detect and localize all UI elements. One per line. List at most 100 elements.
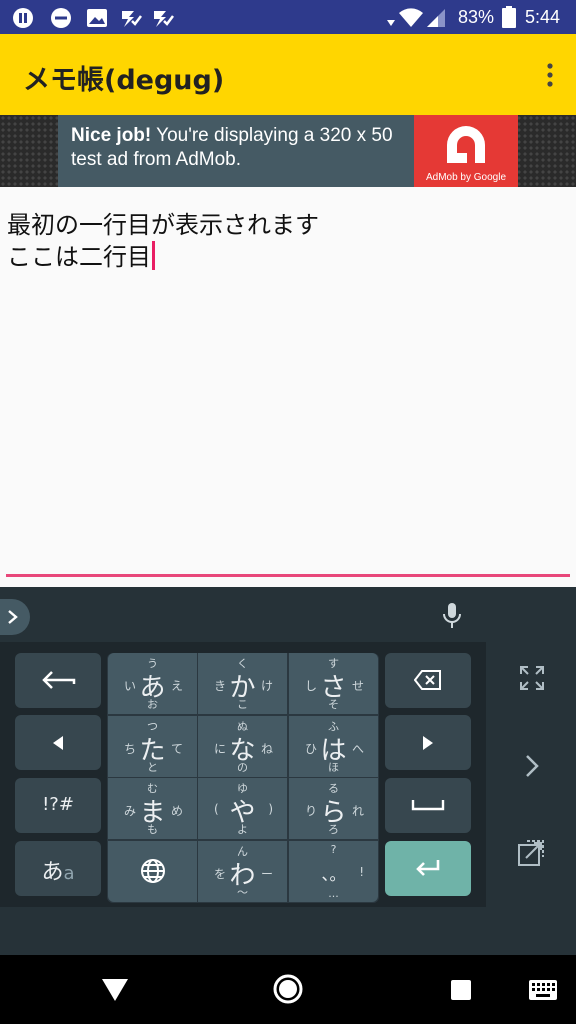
ad-text: Nice job! You're displaying a 320 x 50 t… [71, 124, 411, 172]
toolbar-expand-button[interactable] [0, 599, 30, 635]
flick-key-up: く [237, 657, 248, 670]
flick-key-right: け [260, 679, 273, 693]
flick-key-up: す [328, 657, 339, 670]
editor-line-1: 最初の一行目が表示されます [7, 211, 319, 239]
editor-underline [6, 574, 570, 577]
backspace-key[interactable] [385, 653, 471, 708]
flick-key-right: へ [351, 742, 364, 756]
flick-key[interactable]: あうおいえ [108, 653, 197, 714]
arrow-left-key[interactable] [15, 715, 101, 770]
language-key[interactable] [108, 841, 197, 902]
flick-key[interactable]: やゆよ() [198, 778, 287, 839]
flick-key-right: ! [359, 865, 364, 879]
flick-key-left: し [305, 679, 318, 693]
flick-key-down: と [147, 761, 158, 774]
flick-key-up: ぬ [237, 720, 248, 733]
flick-key-right: え [170, 679, 183, 693]
flick-key-left: ち [124, 742, 137, 756]
flick-key-main: 、。 [321, 865, 346, 884]
flick-key-down: こ [237, 698, 248, 711]
flick-key-left: き [214, 679, 227, 693]
input-mode-label: あa [15, 854, 101, 886]
home-icon[interactable] [272, 973, 304, 1009]
back-icon[interactable] [100, 977, 130, 1007]
notification-icon [120, 7, 142, 33]
battery-percent: 83% [458, 7, 495, 27]
flick-key-left: み [124, 804, 137, 818]
microphone-icon[interactable] [441, 601, 463, 633]
flick-key[interactable]: なぬのにね [198, 716, 287, 777]
flick-key-up: る [328, 782, 339, 795]
flick-key-down: 〜 [237, 886, 248, 899]
clock: 5:44 [525, 7, 561, 27]
flick-key-up: ? [330, 843, 337, 856]
text-cursor [152, 241, 155, 270]
flick-key-down: も [147, 823, 158, 836]
flick-key-up: つ [147, 720, 158, 733]
flick-key-down: の [237, 761, 248, 774]
flick-key-down: ろ [328, 823, 339, 836]
ad-banner-area: Nice job! You're displaying a 320 x 50 t… [0, 115, 576, 187]
keyboard-bottom-fill [0, 907, 576, 955]
flick-key-right: せ [351, 679, 364, 693]
symbols-key-label: !?# [42, 794, 74, 815]
flick-key-down: よ [237, 823, 248, 836]
flick-key[interactable]: さすそしせ [289, 653, 378, 714]
flick-key-right: ね [260, 742, 273, 756]
signal-icon [426, 8, 446, 32]
move-cursor-left-key[interactable] [15, 653, 101, 708]
editor-line-2: ここは二行目 [7, 237, 155, 272]
ad-banner[interactable]: Nice job! You're displaying a 320 x 50 t… [58, 115, 518, 187]
flick-key-down: お [147, 698, 158, 711]
flick-key[interactable]: らるろりれ [289, 778, 378, 839]
enter-key[interactable] [385, 841, 471, 896]
recents-icon[interactable] [450, 979, 472, 1005]
fullscreen-icon[interactable] [519, 665, 545, 695]
wifi-icon [398, 6, 424, 32]
flick-key[interactable]: わん〜をー [198, 841, 287, 902]
flick-key[interactable]: たつとちて [108, 716, 197, 777]
flick-key-right: て [170, 742, 183, 756]
japanese-keyboard: !?# あa あうおいえかくこきけさすそしせたつとちてなぬのにねはふほひへまむも… [0, 587, 576, 955]
flick-key[interactable]: かくこきけ [198, 653, 287, 714]
input-mode-key[interactable]: あa [15, 841, 101, 896]
input-mode-kana: あ [41, 860, 64, 885]
flick-key-right: れ [351, 804, 364, 818]
chevron-right-icon[interactable] [524, 753, 540, 783]
flick-key-right: ) [268, 802, 273, 816]
memo-editor[interactable]: 最初の一行目が表示されます ここは二行目 [0, 187, 576, 587]
keyboard-toolbar [0, 587, 486, 642]
flick-key-left: り [305, 804, 318, 818]
flick-key[interactable]: まむもみめ [108, 778, 197, 839]
flick-key-down: ... [328, 887, 339, 900]
ad-bold-text: Nice job! [71, 125, 152, 146]
pause-icon [12, 7, 34, 33]
arrow-right-key[interactable] [385, 715, 471, 770]
flick-key-up: ゆ [237, 782, 248, 795]
flick-key-down: そ [328, 698, 339, 711]
flick-key-up: ん [237, 845, 248, 858]
flick-key-left: ( [214, 802, 219, 816]
space-key[interactable] [385, 778, 471, 833]
editor-line-2-text: ここは二行目 [7, 243, 151, 271]
flick-key-up: む [147, 782, 158, 795]
flick-key-right: め [170, 804, 183, 818]
data-arrow-icon [386, 13, 396, 32]
flick-key-left: い [124, 679, 137, 693]
keyboard-side-panel [486, 587, 576, 907]
image-icon [86, 7, 108, 33]
flick-key-right: ー [260, 867, 273, 881]
flick-key[interactable]: はふほひへ [289, 716, 378, 777]
battery-icon [502, 6, 516, 32]
notification-icon [152, 7, 174, 33]
keyboard-switch-icon[interactable] [528, 979, 558, 1005]
symbols-key[interactable]: !?# [15, 778, 101, 833]
undock-keyboard-icon[interactable] [517, 839, 545, 871]
navigation-bar [0, 955, 576, 1024]
more-options-icon[interactable] [542, 62, 558, 88]
app-title: メモ帳(degug) [23, 65, 225, 96]
flick-key[interactable]: 、。?...! [289, 841, 378, 902]
flick-key-left: を [214, 867, 227, 881]
flick-key-down: ほ [328, 761, 339, 774]
admob-caption: AdMob by Google [425, 172, 507, 183]
